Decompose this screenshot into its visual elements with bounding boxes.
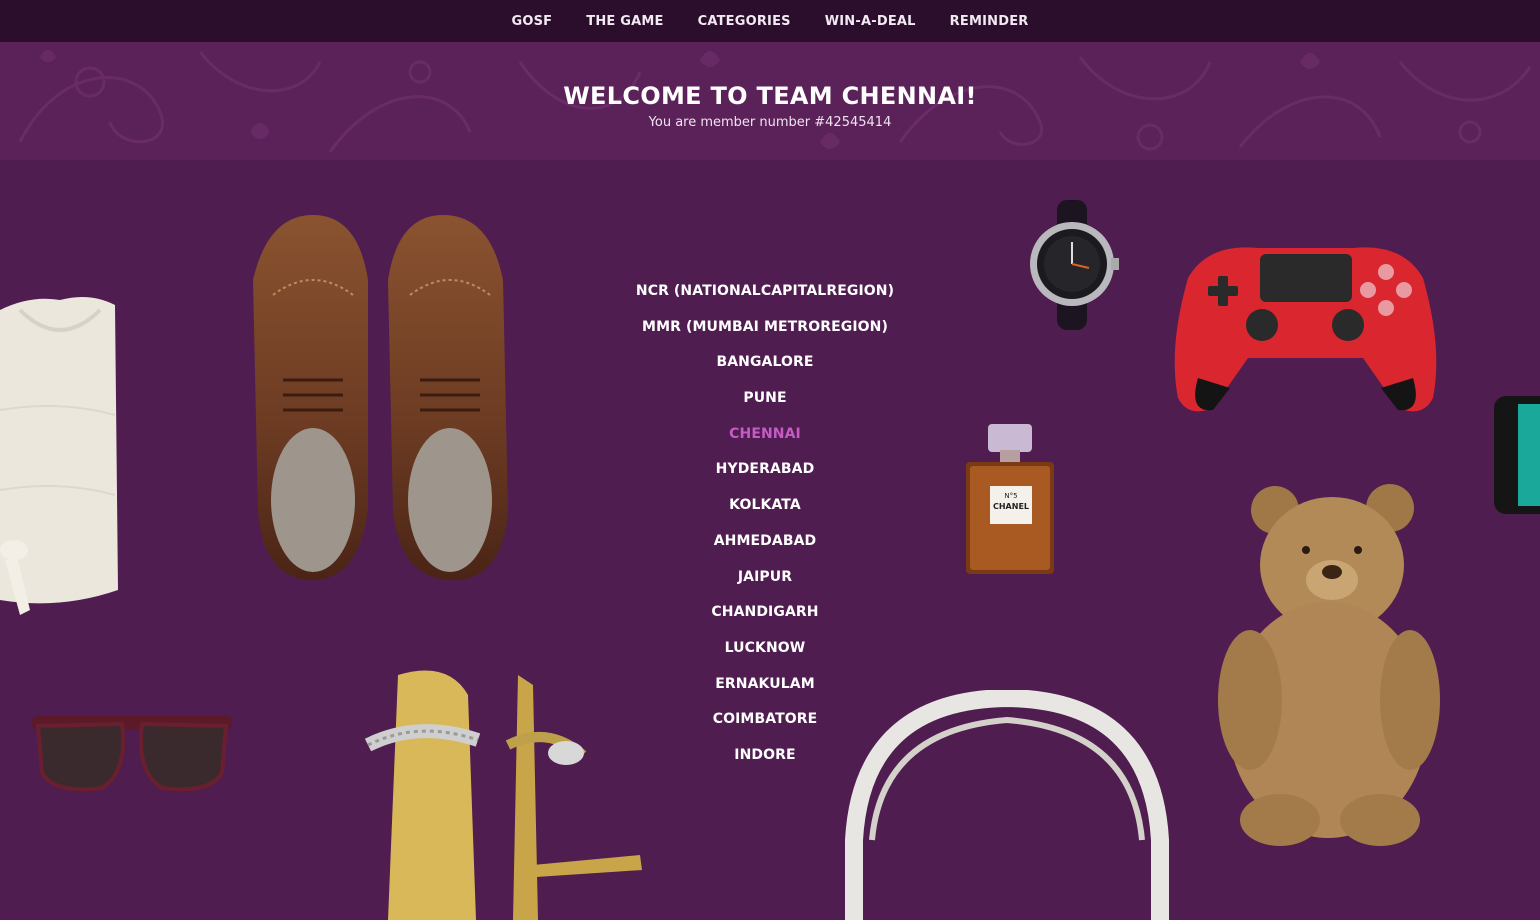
member-number-text: You are member number #42545414 <box>648 115 892 130</box>
headphones-image <box>845 690 1169 920</box>
top-nav: GOSF THE GAME CATEGORIES WIN-A-DEAL REMI… <box>0 0 1540 42</box>
nav-categories[interactable]: CATEGORIES <box>681 14 808 29</box>
nav-win-a-deal[interactable]: WIN-A-DEAL <box>808 14 933 29</box>
perfume-bottle-image: N°5 CHANEL <box>966 424 1054 574</box>
city-item-bangalore[interactable]: BANGALORE <box>560 345 970 381</box>
city-item-pune[interactable]: PUNE <box>560 381 970 417</box>
game-controller-image <box>1174 247 1437 412</box>
city-item-chandigarh[interactable]: CHANDIGARH <box>560 595 970 631</box>
nav-gosf[interactable]: GOSF <box>495 14 570 29</box>
phone-image <box>1494 396 1540 514</box>
teddy-bear-image <box>1218 484 1440 846</box>
perfume-label-no5: N°5 <box>1004 492 1017 500</box>
nav-the-game[interactable]: THE GAME <box>569 14 680 29</box>
city-item-ahmedabad[interactable]: AHMEDABAD <box>560 524 970 560</box>
nav-reminder[interactable]: REMINDER <box>933 14 1046 29</box>
city-item-kolkata[interactable]: KOLKATA <box>560 488 970 524</box>
sunglasses-image <box>32 716 232 792</box>
city-item-hyderabad[interactable]: HYDERABAD <box>560 452 970 488</box>
city-item-ncr[interactable]: NCR (NATIONALCAPITALREGION) <box>560 274 970 310</box>
white-top-image <box>0 296 118 615</box>
perfume-label-brand: CHANEL <box>993 502 1029 511</box>
city-item-lucknow[interactable]: LUCKNOW <box>560 631 970 667</box>
city-item-chennai[interactable]: CHENNAI <box>560 417 970 453</box>
gold-sandals-image <box>364 670 642 920</box>
watch-image <box>1030 200 1119 330</box>
welcome-banner: WELCOME TO TEAM CHENNAI! You are member … <box>0 42 1540 160</box>
welcome-title: WELCOME TO TEAM CHENNAI! <box>563 82 977 110</box>
city-item-mmr[interactable]: MMR (MUMBAI METROREGION) <box>560 310 970 346</box>
city-item-jaipur[interactable]: JAIPUR <box>560 560 970 596</box>
brogue-shoes-image <box>253 215 508 580</box>
